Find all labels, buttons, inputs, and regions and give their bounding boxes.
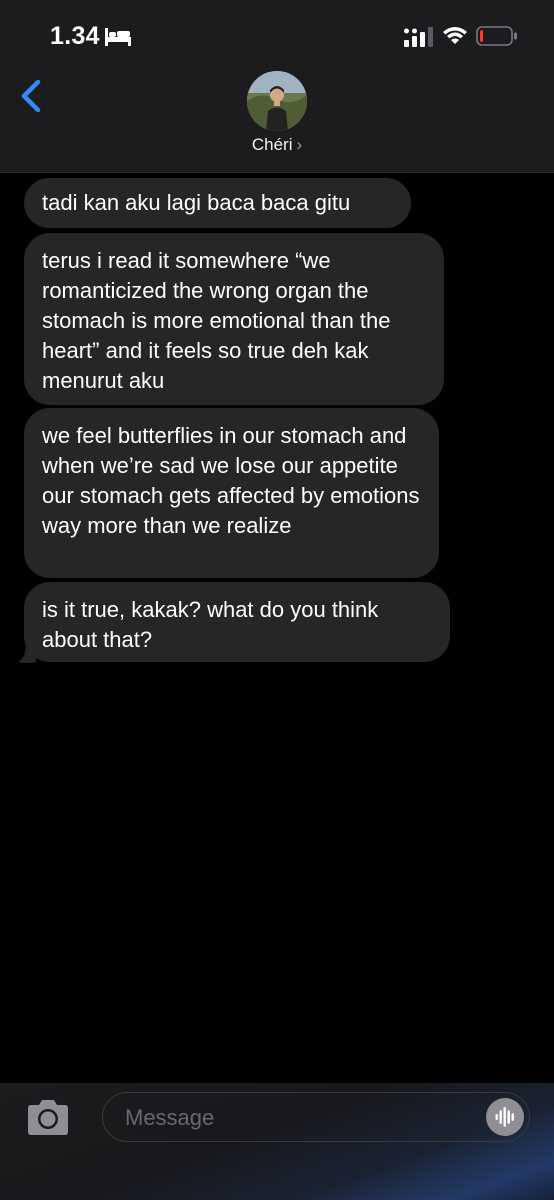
message-bubble[interactable]: tadi kan aku lagi baca baca gitu	[24, 178, 411, 228]
voice-button[interactable]	[486, 1098, 524, 1136]
camera-icon	[28, 1100, 68, 1135]
chevron-left-icon	[21, 79, 41, 113]
status-time: 1.34	[50, 22, 100, 50]
battery-low-icon	[476, 26, 517, 46]
contact-name-row[interactable]: Chéri ›	[0, 135, 554, 155]
message-bubble[interactable]: we feel butterflies in our stomach and w…	[24, 408, 439, 578]
contact-name[interactable]: Chéri	[252, 135, 293, 155]
contact-avatar[interactable]	[247, 71, 307, 131]
message-bubble[interactable]: terus i read it somewhere “we romanticiz…	[24, 233, 444, 405]
camera-button[interactable]	[24, 1098, 72, 1138]
wifi-icon	[443, 27, 467, 44]
back-button[interactable]	[12, 74, 52, 118]
chevron-right-icon: ›	[296, 135, 303, 154]
message-input[interactable]	[123, 1101, 477, 1135]
avatar-photo	[247, 71, 307, 131]
cellular-signal-icon	[404, 27, 433, 47]
status-bar: 1.34	[0, 0, 554, 70]
compose-bar	[0, 1083, 554, 1200]
message-bubble[interactable]: is it true, kakak? what do you think abo…	[24, 582, 450, 662]
message-field[interactable]	[102, 1092, 530, 1142]
bed-icon	[105, 28, 131, 46]
conversation-header: 1.34 Chéri ›	[0, 0, 554, 173]
bubble-tail	[18, 644, 36, 663]
voice-waveform-icon	[495, 1107, 514, 1127]
